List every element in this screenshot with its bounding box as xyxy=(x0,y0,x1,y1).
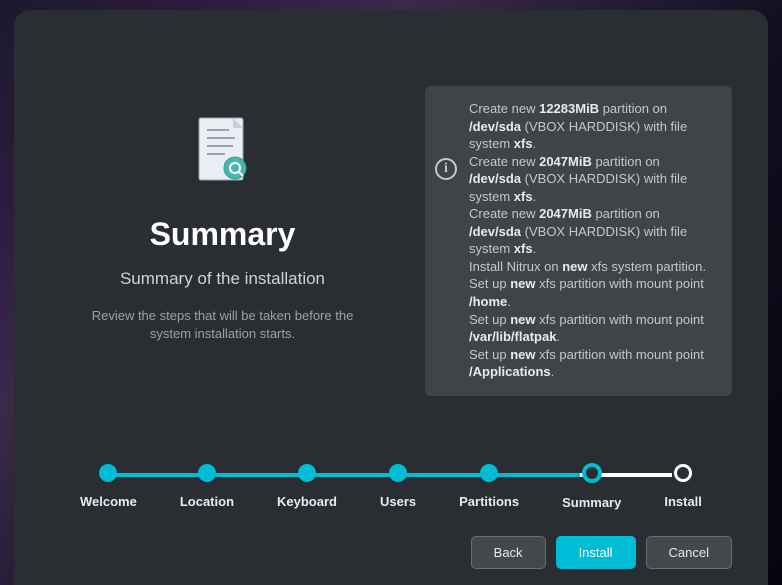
operations-panel: Create new 12283MiB partition on /dev/sd… xyxy=(425,86,732,396)
step-install: Install xyxy=(664,464,702,509)
progress-stepper: Welcome Location Keyboard Users Partitions Su… xyxy=(50,464,732,510)
back-button[interactable]: Back xyxy=(471,536,546,569)
button-row: Back Install Cancel xyxy=(50,536,732,569)
step-partitions: Partitions xyxy=(459,464,519,509)
info-icon xyxy=(435,158,457,180)
operation-item: Set up new xfs partition with mount poin… xyxy=(469,346,714,381)
operation-item: Create new 2047MiB partition on /dev/sda… xyxy=(469,205,714,258)
operation-item: Install Nitrux on new xfs system partiti… xyxy=(469,258,714,276)
page-subtitle: Summary of the installation xyxy=(120,269,325,289)
step-dot xyxy=(389,464,407,482)
step-dot xyxy=(480,464,498,482)
step-dot xyxy=(674,464,692,482)
step-label: Welcome xyxy=(80,494,137,509)
step-dot xyxy=(198,464,216,482)
page-title: Summary xyxy=(150,216,296,253)
operations-list: Create new 12283MiB partition on /dev/sd… xyxy=(469,100,714,381)
operation-item: Create new 2047MiB partition on /dev/sda… xyxy=(469,153,714,206)
step-welcome: Welcome xyxy=(80,464,137,509)
step-label: Keyboard xyxy=(277,494,337,509)
step-label: Location xyxy=(180,494,234,509)
installer-window: Summary Summary of the installation Revi… xyxy=(14,10,768,585)
operation-item: Create new 12283MiB partition on /dev/sd… xyxy=(469,100,714,153)
step-dot xyxy=(582,463,602,483)
step-summary: Summary xyxy=(562,464,621,510)
operation-item: Set up new xfs partition with mount poin… xyxy=(469,311,714,346)
step-keyboard: Keyboard xyxy=(277,464,337,509)
operation-item: Set up new xfs partition with mount poin… xyxy=(469,275,714,310)
install-button[interactable]: Install xyxy=(556,536,636,569)
step-location: Location xyxy=(180,464,234,509)
summary-panel: Summary Summary of the installation Revi… xyxy=(50,46,395,424)
step-label: Install xyxy=(664,494,702,509)
page-description: Review the steps that will be taken befo… xyxy=(73,307,373,343)
step-users: Users xyxy=(380,464,416,509)
step-label: Partitions xyxy=(459,494,519,509)
step-dot xyxy=(298,464,316,482)
content: Summary Summary of the installation Revi… xyxy=(50,46,732,424)
cancel-button[interactable]: Cancel xyxy=(646,536,732,569)
step-dot xyxy=(99,464,117,482)
step-label: Users xyxy=(380,494,416,509)
step-label: Summary xyxy=(562,495,621,510)
document-icon xyxy=(195,116,251,188)
